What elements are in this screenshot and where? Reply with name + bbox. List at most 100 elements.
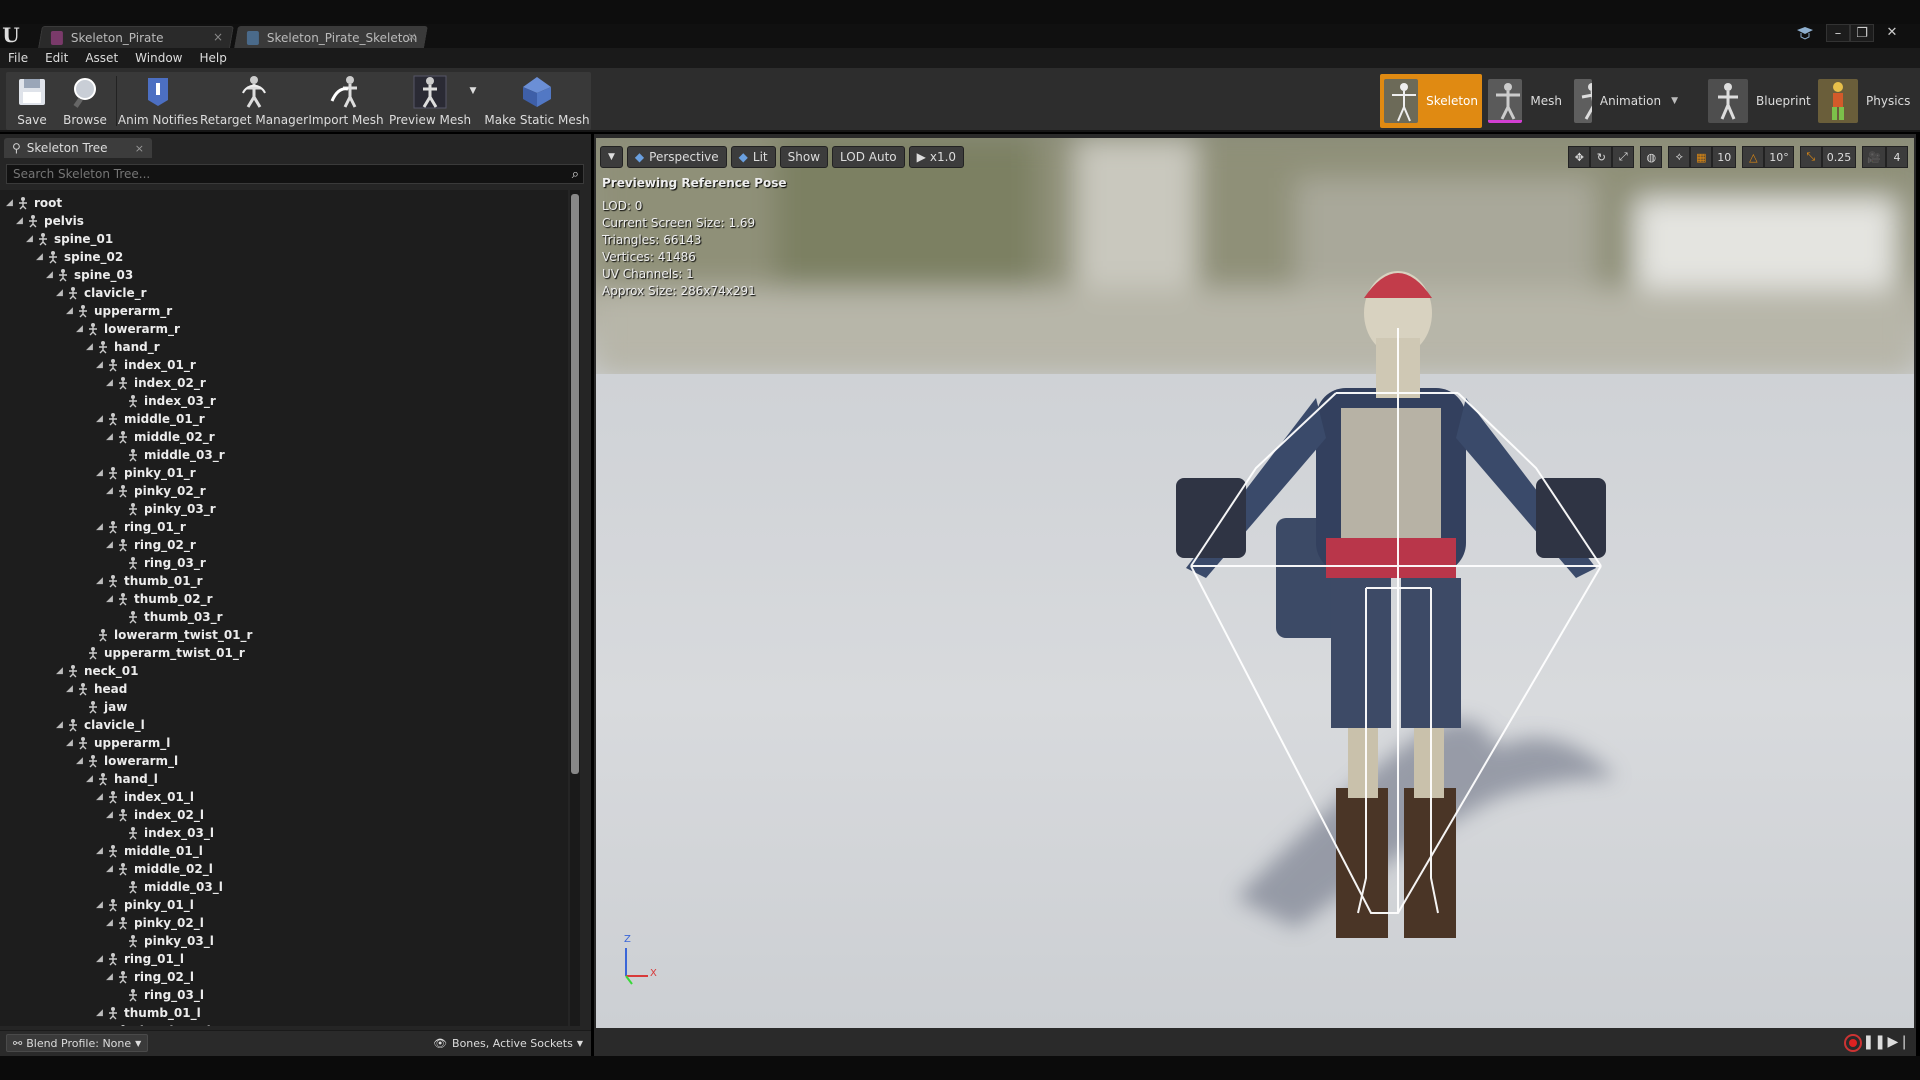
browse-button[interactable]: Browse (58, 72, 112, 130)
expand-arrow-icon[interactable]: ◢ (86, 342, 96, 352)
search-input[interactable] (13, 167, 553, 181)
grid-snap-icon[interactable]: ▦ (1690, 146, 1713, 168)
anim-notifies-button[interactable]: Anim Notifies (118, 72, 198, 130)
close-tab-icon[interactable]: × (213, 30, 223, 44)
record-button[interactable] (1844, 1034, 1862, 1052)
tree-row[interactable]: ◢ index_01_r (96, 356, 196, 374)
search-icon[interactable]: ⌕ (572, 167, 579, 182)
close-window-button[interactable]: ✕ (1880, 24, 1904, 42)
expand-arrow-icon[interactable]: ◢ (106, 810, 116, 820)
tree-row[interactable]: ◢ pinky_02_r (106, 482, 206, 500)
tree-row[interactable]: index_03_r (116, 392, 216, 410)
tree-row[interactable]: ◢ lowerarm_l (76, 752, 178, 770)
expand-arrow-icon[interactable]: ◢ (106, 972, 116, 982)
tree-row[interactable]: ◢ spine_03 (46, 266, 133, 284)
tab-skeleton-pirate[interactable]: Skeleton_Pirate × (38, 26, 234, 48)
close-icon[interactable]: × (135, 142, 144, 155)
expand-arrow-icon[interactable]: ◢ (96, 900, 106, 910)
tree-row[interactable]: ◢ middle_01_l (96, 842, 203, 860)
expand-arrow-icon[interactable]: ◢ (106, 486, 116, 496)
mode-physics[interactable]: Physics (1818, 74, 1914, 128)
tree-row[interactable]: index_03_l (116, 824, 214, 842)
expand-arrow-icon[interactable]: ◢ (66, 684, 76, 694)
tree-row[interactable]: ◢ pinky_01_r (96, 464, 196, 482)
world-local-icon[interactable]: ◍ (1640, 146, 1663, 168)
pause-button[interactable]: ❚❚ (1863, 1034, 1886, 1050)
restore-button[interactable]: ❐ (1850, 24, 1874, 42)
tree-row[interactable]: ◢ ring_02_l (106, 968, 194, 986)
expand-arrow-icon[interactable]: ◢ (96, 846, 106, 856)
tree-row[interactable]: thumb_03_r (116, 608, 223, 626)
retarget-manager-button[interactable]: Retarget Manager (200, 72, 308, 130)
viewport-options-dropdown[interactable]: ▼ (600, 146, 623, 168)
rotation-snap-value[interactable]: 10° (1764, 146, 1794, 168)
tree-row[interactable]: ◢ hand_l (86, 770, 158, 788)
expand-arrow-icon[interactable]: ◢ (96, 468, 106, 478)
tree-row[interactable]: ◢ clavicle_l (56, 716, 145, 734)
perspective-button[interactable]: ◆ Perspective (626, 146, 727, 168)
scale-snap-icon[interactable]: ⤡ (1799, 146, 1822, 168)
tree-row[interactable]: ◢ hand_r (86, 338, 160, 356)
preview-mesh-button[interactable]: Preview Mesh (386, 72, 474, 130)
mode-skeleton[interactable]: Skeleton (1380, 74, 1482, 128)
expand-arrow-icon[interactable]: ◢ (106, 540, 116, 550)
tab-skeleton-tree[interactable]: ⚲ Skeleton Tree × (4, 138, 152, 158)
scrollbar-thumb[interactable] (571, 194, 579, 774)
rotation-snap-icon[interactable]: △ (1742, 146, 1765, 168)
expand-arrow-icon[interactable]: ◢ (106, 918, 116, 928)
lod-button[interactable]: LOD Auto (832, 146, 905, 168)
tree-row[interactable]: middle_03_l (116, 878, 223, 896)
scale-snap-value[interactable]: 0.25 (1821, 146, 1857, 168)
close-tab-icon[interactable]: × (407, 30, 417, 44)
rotate-icon[interactable]: ↻ (1590, 146, 1613, 168)
menu-window[interactable]: Window (135, 51, 182, 65)
tree-row[interactable]: ◢ middle_01_r (96, 410, 205, 428)
3d-viewport[interactable]: ▼ ◆ Perspective ◆ Lit Show LOD Auto ▶ x1.0 … (596, 138, 1914, 1028)
import-mesh-button[interactable]: Import Mesh (308, 72, 384, 130)
scale-icon[interactable]: ⤢ (1612, 146, 1635, 168)
tree-row[interactable]: lowerarm_twist_01_r (86, 626, 252, 644)
tree-row[interactable]: ◢ lowerarm_r (76, 320, 180, 338)
expand-arrow-icon[interactable]: ◢ (26, 234, 36, 244)
tree-row[interactable]: pinky_03_r (116, 500, 216, 518)
save-button[interactable]: Save (10, 72, 54, 130)
tree-row[interactable]: ◢ head (66, 680, 127, 698)
expand-arrow-icon[interactable]: ◢ (66, 306, 76, 316)
expand-arrow-icon[interactable]: ◢ (56, 288, 66, 298)
tree-row[interactable]: ◢ index_01_l (96, 788, 194, 806)
tree-row[interactable]: pinky_03_l (116, 932, 214, 950)
chevron-down-icon[interactable]: ▼ (1671, 96, 1678, 106)
camera-speed-value[interactable]: 4 (1886, 146, 1908, 168)
step-forward-button[interactable]: ▶❘ (1888, 1034, 1911, 1050)
tree-row[interactable]: ◢ ring_02_r (106, 536, 196, 554)
tree-row[interactable]: ◢ pinky_01_l (96, 896, 194, 914)
tree-row[interactable]: ◢ pelvis (16, 212, 84, 230)
expand-arrow-icon[interactable]: ◢ (16, 216, 26, 226)
tree-row[interactable]: ring_03_l (116, 986, 204, 1004)
menu-file[interactable]: File (8, 51, 28, 65)
preview-mesh-dropdown[interactable]: ▼ (466, 72, 480, 130)
tree-row[interactable]: ◢ thumb_01_r (96, 572, 203, 590)
translate-icon[interactable]: ✥ (1568, 146, 1591, 168)
menu-help[interactable]: Help (199, 51, 226, 65)
expand-arrow-icon[interactable]: ◢ (96, 954, 106, 964)
bones-filter-dropdown[interactable]: 👁 Bones, Active Sockets ▼ (433, 1034, 583, 1052)
expand-arrow-icon[interactable]: ◢ (96, 576, 106, 586)
playback-speed-button[interactable]: ▶ x1.0 (908, 146, 965, 168)
tree-row[interactable]: ◢ spine_02 (36, 248, 123, 266)
expand-arrow-icon[interactable]: ◢ (106, 378, 116, 388)
expand-arrow-icon[interactable]: ◢ (106, 864, 116, 874)
mode-animation[interactable]: Animation ▼ (1574, 74, 1678, 128)
expand-arrow-icon[interactable]: ◢ (6, 198, 16, 208)
tree-row[interactable]: middle_03_r (116, 446, 225, 464)
tree-row[interactable]: ◢ middle_02_r (106, 428, 215, 446)
expand-arrow-icon[interactable]: ◢ (96, 360, 106, 370)
expand-arrow-icon[interactable]: ◢ (76, 756, 86, 766)
expand-arrow-icon[interactable]: ◢ (96, 414, 106, 424)
expand-arrow-icon[interactable]: ◢ (96, 792, 106, 802)
mode-mesh[interactable]: Mesh (1488, 74, 1562, 128)
tree-scrollbar[interactable] (570, 190, 580, 1026)
grid-snap-value[interactable]: 10 (1712, 146, 1737, 168)
tree-row[interactable]: jaw (76, 698, 127, 716)
tree-row[interactable]: ◢ ring_01_l (96, 950, 184, 968)
